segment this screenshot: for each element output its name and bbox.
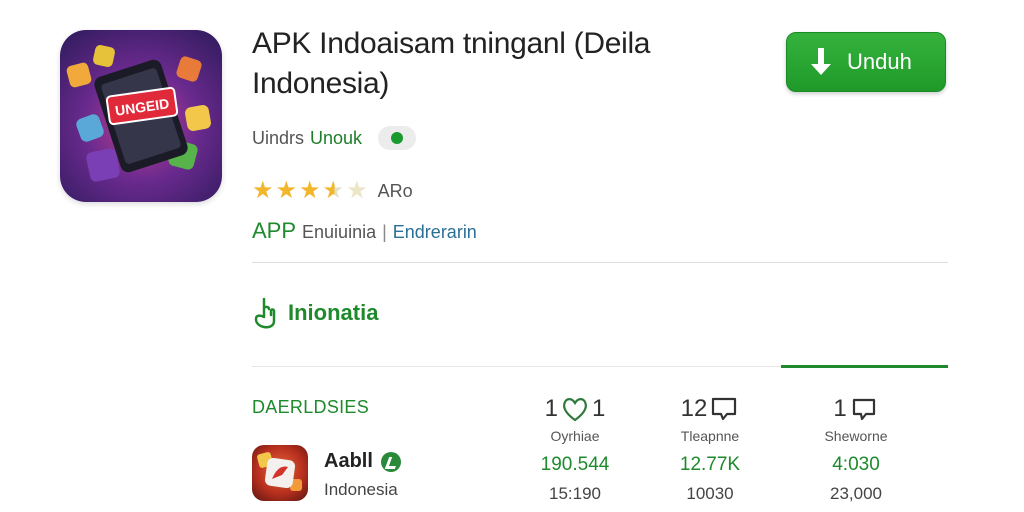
app-icon: UNGEID xyxy=(60,30,222,202)
rating: ★ ★ ★ ★ ★ ARo xyxy=(252,178,413,204)
stat-column: 1 Sheworne 4:030 23,000 xyxy=(796,394,916,504)
star-icon: ★ xyxy=(252,177,274,204)
stat-value: 4:030 xyxy=(832,454,880,475)
star-icon: ★ xyxy=(275,177,298,204)
install-button[interactable]: Unduh xyxy=(786,32,946,92)
category-name: Enuiuinia xyxy=(302,222,377,242)
section-title-label: Inionatia xyxy=(288,300,379,325)
heart-icon[interactable] xyxy=(560,395,590,423)
hand-icon xyxy=(254,297,276,329)
divider xyxy=(252,262,948,263)
rating-label: ARo xyxy=(377,180,413,201)
stat-count: 1 xyxy=(544,395,558,422)
half-star-icon: ★ xyxy=(322,177,345,204)
row-name[interactable]: Aabll xyxy=(324,450,401,473)
app-title: APK Indoaisam tninganl (Deila Indonesia) xyxy=(252,27,651,100)
star-icon: ★ xyxy=(299,177,321,204)
install-button-label: Unduh xyxy=(847,49,912,74)
stat-subvalue: 15:190 xyxy=(549,484,601,503)
verified-dot-icon xyxy=(391,132,404,144)
stat-label: Tleapnne xyxy=(680,428,740,444)
empty-star-icon: ★ xyxy=(346,177,368,204)
developer-line: Uindrs Unouk xyxy=(252,126,417,150)
verified-check-icon xyxy=(380,451,401,472)
developer-prefix: Uindrs xyxy=(252,127,305,148)
comment-icon[interactable] xyxy=(709,395,739,423)
row-name-label: Aabll xyxy=(324,450,373,472)
table-header: DAERLDSIES xyxy=(252,397,370,417)
stat-count: 12 xyxy=(680,395,708,422)
stat-label: Oyrhiae xyxy=(550,428,600,444)
active-tab-indicator xyxy=(781,365,948,368)
stat-subvalue: 23,000 xyxy=(830,484,882,503)
category-app: APP xyxy=(252,218,297,243)
stat-count: 1 xyxy=(833,395,847,422)
stat-value: 12.77K xyxy=(679,454,741,475)
stat-subvalue: 10030 xyxy=(686,484,734,503)
download-icon xyxy=(811,48,831,75)
stat-value: 190.544 xyxy=(540,454,610,475)
category-link[interactable]: Endrerarin xyxy=(393,222,477,243)
category-separator: | xyxy=(382,222,387,242)
row-subtitle: Indonesia xyxy=(324,480,398,499)
chat-icon[interactable] xyxy=(849,395,879,423)
verified-badge xyxy=(378,126,417,150)
category-line: APP Enuiuinia | Endrerarin xyxy=(252,218,477,244)
stat-label: Sheworne xyxy=(824,428,888,444)
section-title[interactable]: Inionatia xyxy=(252,296,378,330)
stat-column: 1 1 Oyrhiae 190.544 15:190 xyxy=(515,394,635,504)
stat-column: 12 Tleapnne 12.77K 10030 xyxy=(650,394,770,504)
row-app-icon[interactable] xyxy=(252,445,308,501)
stat-count-tail: 1 xyxy=(592,395,606,422)
developer-name[interactable]: Unouk xyxy=(310,128,362,149)
